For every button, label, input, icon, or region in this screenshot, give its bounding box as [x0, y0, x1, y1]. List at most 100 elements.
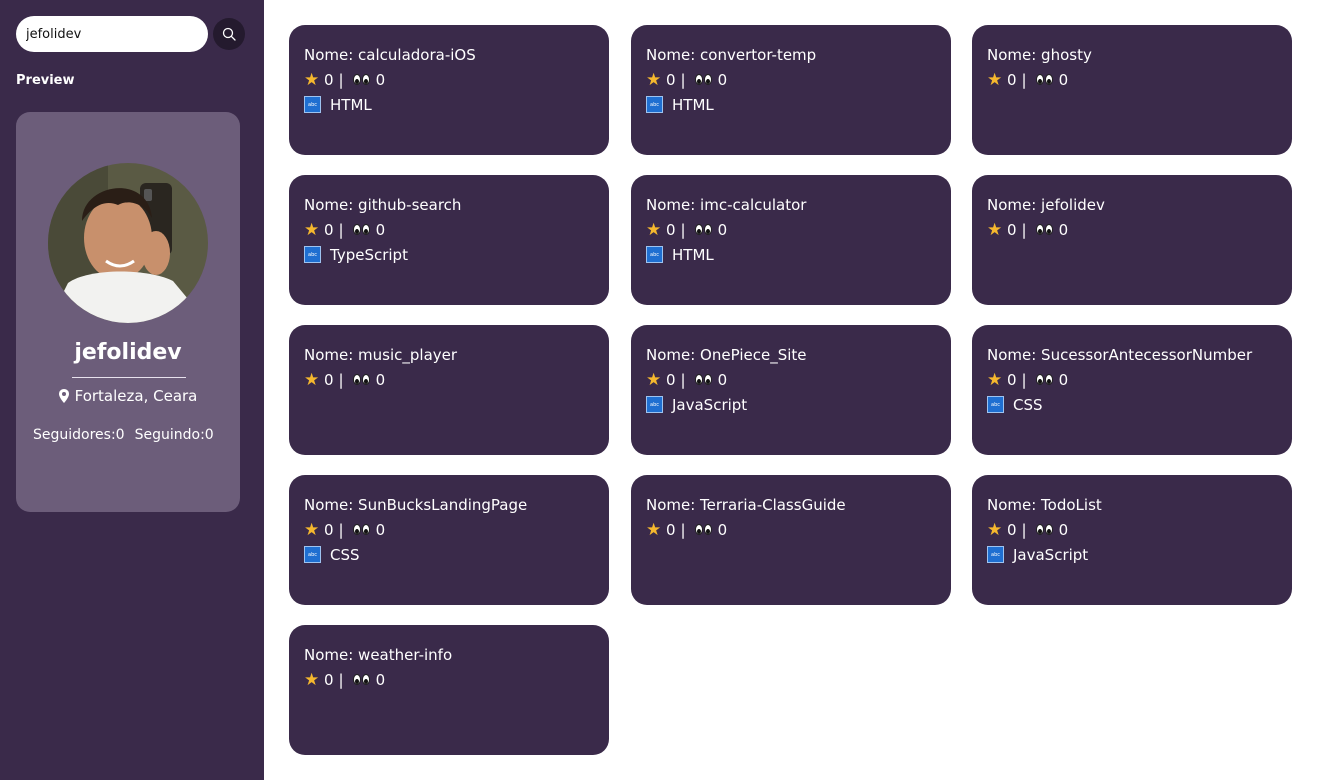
- stats-separator: |: [680, 370, 686, 389]
- repo-language-label: CSS: [1013, 395, 1043, 414]
- repo-language-label: CSS: [330, 545, 360, 564]
- repo-language-label: JavaScript: [1013, 545, 1089, 564]
- eyes-icon: [1035, 74, 1053, 85]
- search-input[interactable]: [16, 16, 208, 52]
- repo-watchers: 0: [375, 70, 386, 89]
- profile-location: Fortaleza, Ceara: [16, 387, 240, 405]
- star-icon: ★: [304, 669, 320, 690]
- eyes-icon: [352, 224, 370, 235]
- preview-label: Preview: [16, 73, 75, 88]
- location-text: Fortaleza, Ceara: [74, 387, 198, 405]
- profile-username: jefolidev: [74, 340, 182, 365]
- stats-separator: |: [338, 70, 344, 89]
- repo-card[interactable]: Nome: weather-info ★ 0 | 0: [289, 625, 609, 755]
- star-icon: ★: [987, 69, 1003, 90]
- repo-stats: ★ 0 | 0: [646, 67, 936, 92]
- stats-separator: |: [1021, 370, 1027, 389]
- avatar: [48, 163, 208, 323]
- stats-separator: |: [1021, 220, 1027, 239]
- repo-card[interactable]: Nome: imc-calculator ★ 0 | 0 abc HTML: [631, 175, 951, 305]
- repo-language: abc HTML: [646, 92, 936, 117]
- repo-stats: ★ 0 | 0: [987, 367, 1277, 392]
- eyes-icon: [352, 74, 370, 85]
- repo-watchers: 0: [1058, 220, 1069, 239]
- repo-name: Nome: TodoList: [987, 495, 1102, 514]
- repo-watchers: 0: [375, 670, 386, 689]
- repo-stats: ★ 0 | 0: [304, 67, 594, 92]
- repo-card[interactable]: Nome: TodoList ★ 0 | 0 abc JavaScript: [972, 475, 1292, 605]
- repo-language: abc CSS: [304, 542, 594, 567]
- language-icon: abc: [646, 96, 663, 113]
- repo-stars: 0: [1007, 220, 1017, 239]
- star-icon: ★: [646, 519, 662, 540]
- repo-stats: ★ 0 | 0: [646, 367, 936, 392]
- sidebar: Preview jefolidev: [0, 0, 264, 780]
- stats-separator: |: [680, 520, 686, 539]
- star-icon: ★: [304, 219, 320, 240]
- repo-stats: ★ 0 | 0: [646, 217, 936, 242]
- repo-name: Nome: weather-info: [304, 645, 453, 664]
- repo-watchers: 0: [1058, 520, 1069, 539]
- repo-name: Nome: jefolidev: [987, 195, 1105, 214]
- stats-separator: |: [680, 220, 686, 239]
- repo-stats: ★ 0 | 0: [987, 517, 1277, 542]
- language-icon: abc: [304, 546, 321, 563]
- repo-stars: 0: [666, 70, 676, 89]
- repo-language: abc CSS: [987, 392, 1277, 417]
- repo-language-label: HTML: [672, 245, 714, 264]
- repo-card[interactable]: Nome: github-search ★ 0 | 0 abc TypeScript: [289, 175, 609, 305]
- repo-watchers: 0: [375, 370, 386, 389]
- repo-name: Nome: imc-calculator: [646, 195, 807, 214]
- search-button[interactable]: [213, 18, 245, 50]
- repo-watchers: 0: [375, 220, 386, 239]
- repo-stats: ★ 0 | 0: [304, 217, 594, 242]
- language-icon: abc: [987, 546, 1004, 563]
- repo-language: abc TypeScript: [304, 242, 594, 267]
- search-bar: [16, 16, 245, 52]
- eyes-icon: [1035, 224, 1053, 235]
- repo-stars: 0: [666, 220, 676, 239]
- search-icon: [222, 27, 236, 41]
- repo-watchers: 0: [375, 520, 386, 539]
- repo-stars: 0: [324, 520, 334, 539]
- repo-card[interactable]: Nome: Terraria-ClassGuide ★ 0 | 0: [631, 475, 951, 605]
- star-icon: ★: [987, 219, 1003, 240]
- repo-card[interactable]: Nome: OnePiece_Site ★ 0 | 0 abc JavaScript: [631, 325, 951, 455]
- follow-stats: Seguidores:0 Seguindo:0: [33, 427, 214, 443]
- repo-stars: 0: [1007, 370, 1017, 389]
- repo-stars: 0: [666, 520, 676, 539]
- repo-card[interactable]: Nome: music_player ★ 0 | 0: [289, 325, 609, 455]
- star-icon: ★: [646, 369, 662, 390]
- language-icon: abc: [304, 246, 321, 263]
- repo-name: Nome: music_player: [304, 345, 458, 364]
- repo-stars: 0: [1007, 520, 1017, 539]
- language-icon: abc: [646, 246, 663, 263]
- star-icon: ★: [304, 519, 320, 540]
- stats-separator: |: [338, 370, 344, 389]
- repo-watchers: 0: [1058, 70, 1069, 89]
- repo-name: Nome: github-search: [304, 195, 462, 214]
- star-icon: ★: [304, 69, 320, 90]
- repo-language: abc JavaScript: [987, 542, 1277, 567]
- star-icon: ★: [304, 369, 320, 390]
- repo-card[interactable]: Nome: jefolidev ★ 0 | 0: [972, 175, 1292, 305]
- repo-card[interactable]: Nome: SucessorAntecessorNumber ★ 0 | 0 abc CSS: [972, 325, 1292, 455]
- eyes-icon: [352, 374, 370, 385]
- repo-card[interactable]: Nome: ghosty ★ 0 | 0: [972, 25, 1292, 155]
- repo-name: Nome: OnePiece_Site: [646, 345, 807, 364]
- repo-watchers: 0: [1058, 370, 1069, 389]
- star-icon: ★: [646, 219, 662, 240]
- stats-separator: |: [1021, 70, 1027, 89]
- star-icon: ★: [987, 369, 1003, 390]
- repo-card[interactable]: Nome: calculadora-iOS ★ 0 | 0 abc HTML: [289, 25, 609, 155]
- profile-card: jefolidev Fortaleza, Ceara Seguidores:0 …: [16, 112, 240, 512]
- repo-card[interactable]: Nome: SunBucksLandingPage ★ 0 | 0 abc CSS: [289, 475, 609, 605]
- repo-card[interactable]: Nome: convertor-temp ★ 0 | 0 abc HTML: [631, 25, 951, 155]
- repo-stars: 0: [324, 670, 334, 689]
- stats-separator: |: [338, 220, 344, 239]
- repo-language: abc JavaScript: [646, 392, 936, 417]
- repo-language-label: HTML: [330, 95, 372, 114]
- repo-language: abc HTML: [304, 92, 594, 117]
- stats-separator: |: [680, 70, 686, 89]
- eyes-icon: [694, 374, 712, 385]
